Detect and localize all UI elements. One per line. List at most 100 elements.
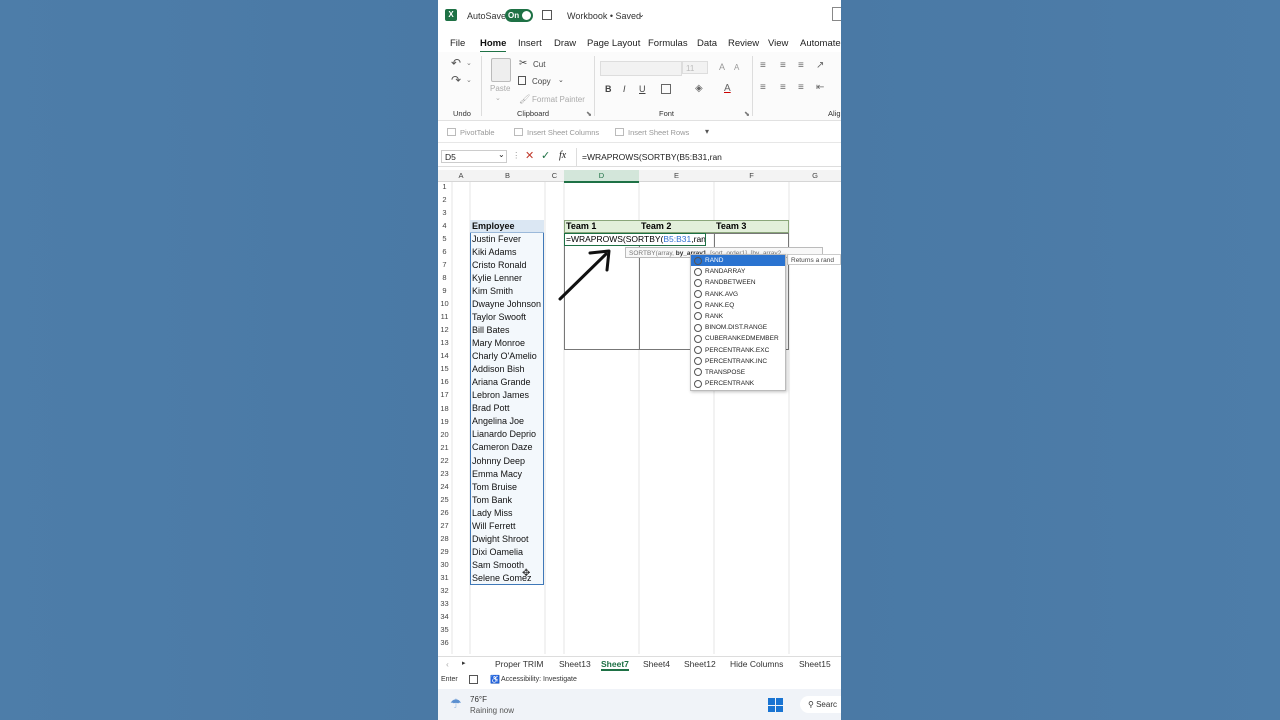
macro-record-icon[interactable]	[469, 675, 478, 684]
employee-cell[interactable]: Kylie Lenner	[471, 273, 546, 283]
employee-cell[interactable]: Dwight Shroot	[471, 534, 546, 544]
tab-insert[interactable]: Insert	[518, 38, 542, 49]
row-header[interactable]: 13	[438, 338, 451, 347]
insert-rows-button[interactable]: Insert Sheet Rows	[628, 128, 689, 137]
row-header[interactable]: 21	[438, 443, 451, 452]
team-3-header[interactable]: Team 3	[716, 221, 746, 231]
copy-button[interactable]: Copy	[532, 77, 551, 86]
formula-autocomplete-list[interactable]: RAND RANDARRAY RANDBETWEEN RANK.AVG RANK.EQ R…	[690, 254, 786, 391]
row-header[interactable]: 28	[438, 534, 451, 543]
employee-cell[interactable]: Selene Gomez	[471, 573, 546, 583]
pivot-table-button[interactable]: PivotTable	[460, 128, 495, 137]
autocomplete-item[interactable]: RAND	[691, 255, 785, 267]
enter-check-icon[interactable]: ✓	[541, 149, 550, 162]
row-header[interactable]: 36	[438, 638, 451, 647]
row-header[interactable]: 19	[438, 417, 451, 426]
column-header-d[interactable]: D	[564, 170, 639, 183]
employee-cell[interactable]: Dwayne Johnson	[471, 299, 546, 309]
autocomplete-item[interactable]: TRANSPOSE	[691, 367, 785, 378]
redo-dropdown-icon[interactable]: ⌄	[466, 76, 472, 84]
row-header[interactable]: 16	[438, 377, 451, 386]
employee-cell[interactable]: Lianardo Deprio	[471, 429, 546, 439]
weather-temp[interactable]: 76°F	[470, 695, 487, 704]
employee-cell[interactable]: Lebron James	[471, 390, 546, 400]
column-header-f[interactable]: F	[714, 170, 789, 182]
insert-columns-button[interactable]: Insert Sheet Columns	[527, 128, 599, 137]
autocomplete-item[interactable]: PERCENTRANK.EXC	[691, 345, 785, 356]
employee-cell[interactable]: Dixi Oamelia	[471, 547, 546, 557]
increase-font-icon[interactable]: A	[719, 62, 725, 72]
worksheet-grid[interactable]: A B C D E F G 1 2 3 4 5 6 7 8 9 10 11 12 13 14 15 16 17 1…	[438, 170, 841, 654]
sheet-tab[interactable]: Sheet15	[799, 659, 831, 669]
insert-function-icon[interactable]: fx	[559, 150, 566, 161]
prev-sheet-icon[interactable]: ‹	[446, 659, 449, 669]
format-painter-button[interactable]: Format Painter	[532, 95, 585, 104]
autocomplete-item[interactable]: CUBERANKEDMEMBER	[691, 333, 785, 344]
bold-icon[interactable]: B	[605, 84, 612, 94]
employee-cell[interactable]: Johnny Deep	[471, 456, 546, 466]
sheet-tab[interactable]: Sheet12	[684, 659, 716, 669]
employee-cell[interactable]: Tom Bruise	[471, 482, 546, 492]
row-header[interactable]: 10	[438, 299, 451, 308]
row-header[interactable]: 2	[438, 195, 451, 204]
row-header[interactable]: 18	[438, 404, 451, 413]
column-header-b[interactable]: B	[470, 170, 545, 182]
cut-button[interactable]: Cut	[533, 60, 545, 69]
align-middle-icon[interactable]: ≡	[780, 60, 786, 71]
sheet-tab[interactable]: Proper TRIM	[495, 659, 544, 669]
clipboard-icon[interactable]	[491, 58, 511, 82]
search-box-edge[interactable]	[832, 7, 841, 21]
redo-icon[interactable]: ↷	[451, 73, 461, 87]
save-icon[interactable]	[542, 10, 552, 20]
row-header[interactable]: 14	[438, 351, 451, 360]
accessibility-status[interactable]: Accessibility: Investigate	[501, 676, 577, 683]
row-header[interactable]: 35	[438, 625, 451, 634]
autocomplete-item[interactable]: RANK.AVG	[691, 289, 785, 300]
employee-cell[interactable]: Kim Smith	[471, 286, 546, 296]
row-header[interactable]: 29	[438, 547, 451, 556]
row-header[interactable]: 32	[438, 586, 451, 595]
fill-color-icon[interactable]: ◈	[695, 83, 703, 94]
row-header[interactable]: 11	[438, 312, 451, 321]
employee-cell[interactable]: Charly O'Amelio	[471, 351, 546, 361]
chevron-down-icon[interactable]: ⌄	[638, 10, 645, 19]
autocomplete-item[interactable]: BINOM.DIST.RANGE	[691, 322, 785, 333]
font-size-dropdown[interactable]: 11	[682, 61, 708, 74]
employee-cell[interactable]: Cristo Ronald	[471, 260, 546, 270]
row-header[interactable]: 3	[438, 208, 451, 217]
clipboard-launcher-icon[interactable]: ⬊	[586, 110, 592, 118]
accessibility-icon[interactable]: ♿	[490, 675, 500, 684]
employee-cell[interactable]: Lady Miss	[471, 508, 546, 518]
sheet-tab[interactable]: Hide Columns	[730, 659, 783, 669]
employee-header[interactable]: Employee	[471, 221, 546, 231]
employee-cell[interactable]: Taylor Swooft	[471, 312, 546, 322]
next-sheet-icon[interactable]: ▸	[462, 659, 466, 667]
tab-page-layout[interactable]: Page Layout	[587, 38, 640, 49]
employee-cell[interactable]: Sam Smooth	[471, 560, 546, 570]
autocomplete-item[interactable]: RANK.EQ	[691, 300, 785, 311]
rain-weather-icon[interactable]: ☂	[450, 696, 462, 712]
row-header[interactable]: 31	[438, 573, 451, 582]
row-header[interactable]: 12	[438, 325, 451, 334]
row-header[interactable]: 23	[438, 469, 451, 478]
undo-dropdown-icon[interactable]: ⌄	[466, 59, 472, 67]
row-header[interactable]: 7	[438, 260, 451, 269]
autocomplete-item[interactable]: PERCENTRANK	[691, 378, 785, 389]
row-header[interactable]: 6	[438, 247, 451, 256]
customize-dropdown-icon[interactable]: ▾	[705, 127, 709, 136]
row-header[interactable]: 20	[438, 430, 451, 439]
autosave-toggle[interactable]: On	[505, 9, 533, 22]
column-header-e[interactable]: E	[639, 170, 714, 182]
column-header-g[interactable]: G	[789, 170, 841, 182]
weather-status[interactable]: Raining now	[470, 706, 514, 715]
employee-cell[interactable]: Addison Bish	[471, 364, 546, 374]
indent-icon[interactable]: ⇤	[816, 82, 824, 93]
row-header[interactable]: 8	[438, 273, 451, 282]
sheet-tab[interactable]: Sheet4	[643, 659, 670, 669]
autocomplete-item[interactable]: PERCENTRANK.INC	[691, 356, 785, 367]
row-header[interactable]: 22	[438, 456, 451, 465]
employee-cell[interactable]: Emma Macy	[471, 469, 546, 479]
decrease-font-icon[interactable]: A	[734, 63, 739, 72]
tab-home[interactable]: Home	[480, 38, 507, 53]
sheet-tab[interactable]: Sheet7	[601, 659, 629, 671]
